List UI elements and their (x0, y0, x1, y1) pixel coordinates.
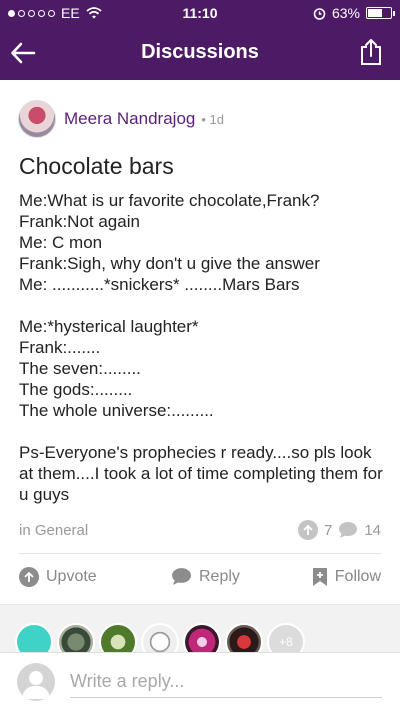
upvote-count: 7 (323, 521, 333, 539)
body-line: The seven:........ (19, 359, 141, 378)
post-meta: in General 7 14 (19, 520, 381, 540)
alarm-icon (313, 7, 326, 20)
follow-label: Follow (334, 568, 381, 585)
body-blank-line (19, 421, 385, 442)
follow-icon (312, 568, 327, 586)
reply-count: 14 (364, 521, 381, 539)
post-title: Chocolate bars (19, 153, 174, 179)
status-bar: EE 11:10 63% (0, 0, 400, 26)
reply-bar (0, 652, 400, 710)
body-line: The whole universe:......... (19, 401, 214, 420)
reply-input[interactable] (70, 666, 382, 698)
upvote-icon (19, 567, 39, 587)
category-label[interactable]: in General (19, 522, 88, 539)
body-blank-line (19, 295, 385, 316)
divider (19, 553, 381, 554)
body-line: Me:What is ur favorite chocolate,Frank? (19, 191, 320, 210)
body-line: Frank:Not again (19, 212, 140, 231)
comment-count-icon (339, 522, 358, 538)
share-icon[interactable] (360, 38, 382, 66)
page-title: Discussions (141, 41, 259, 63)
participants-strip: +8 (0, 604, 400, 661)
reply-icon (172, 568, 191, 585)
body-line: Me:*hysterical laughter* (19, 317, 199, 336)
upvote-count-icon (297, 520, 318, 540)
current-user-avatar (17, 663, 55, 701)
body-line: The gods:........ (19, 380, 133, 399)
top-bar: EE 11:10 63% Discussions (0, 0, 400, 80)
post-time: • 1d (201, 111, 224, 127)
upvote-button[interactable]: Upvote (19, 567, 97, 587)
body-line: Me: ...........*snickers* ........Mars B… (19, 275, 300, 294)
author-name[interactable]: Meera Nandrajog (64, 109, 195, 129)
app-bar: Discussions (0, 26, 400, 80)
post-actions: Upvote Reply Follow (19, 567, 381, 593)
body-line: Frank:....... (19, 338, 101, 357)
battery-percent: 63% (331, 5, 360, 21)
author-avatar[interactable] (18, 100, 56, 138)
body-line: Frank:Sigh, why don't u give the answer (19, 254, 320, 273)
battery-icon (366, 7, 395, 19)
post-author[interactable]: Meera Nandrajog • 1d (18, 100, 224, 138)
user-silhouette-icon (22, 671, 50, 699)
follow-button[interactable]: Follow (312, 567, 381, 587)
body-line: Ps-Everyone's prophecies r ready....so p… (19, 443, 383, 504)
reply-button[interactable]: Reply (171, 567, 240, 586)
post-body: Me:What is ur favorite chocolate,Frank? … (19, 190, 385, 505)
post-time-value: 1d (209, 111, 224, 127)
body-line: Me: C mon (19, 233, 103, 252)
upvote-label: Upvote (46, 568, 97, 585)
reply-label: Reply (199, 567, 240, 585)
